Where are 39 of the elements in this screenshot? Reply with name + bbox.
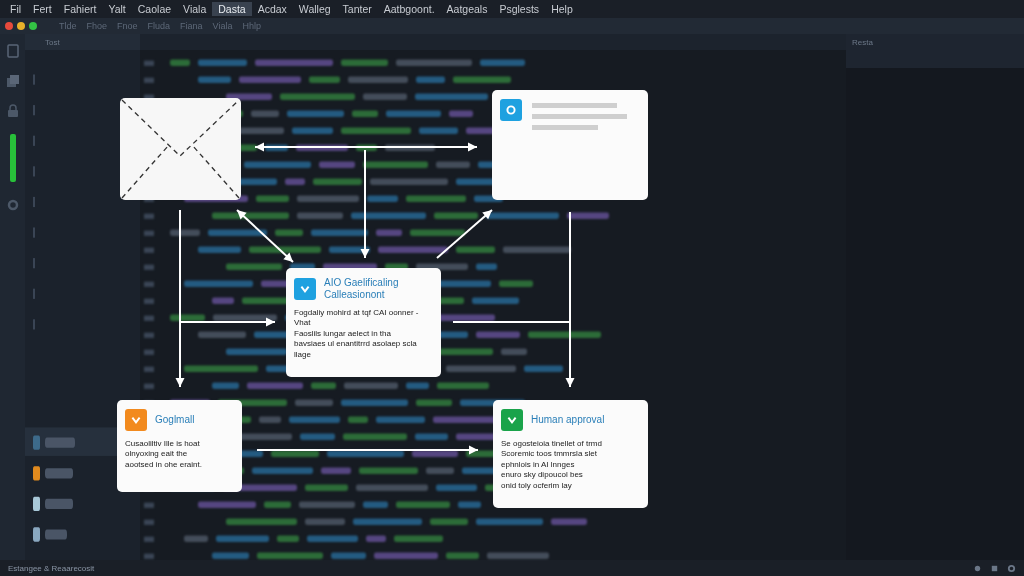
bullet-text: enuro sky dipoucol bes (501, 470, 584, 481)
bullet-text: Faoslils lungar aelect in tha (294, 328, 392, 340)
maximize-dot[interactable] (29, 22, 37, 30)
bullet-text: olnyoxing eait the (125, 449, 189, 460)
close-dot[interactable] (5, 22, 13, 30)
bullet-text: ephnlois in AI lnnges (501, 459, 576, 471)
menu-item[interactable]: Fert (27, 2, 58, 16)
bullet-text: Fogdaliy mohird at tqf CAI oonner - Vhat (294, 308, 420, 329)
menu-item[interactable]: Viala (177, 2, 213, 16)
menu-item[interactable]: Fahiert (57, 2, 103, 16)
node-title: Goglmall (155, 414, 195, 426)
bullet-text: onid toly ocferim lay (501, 480, 573, 491)
status-text: Estangee & Reaarecosit (8, 563, 95, 573)
menu-item[interactable]: Acdax (251, 2, 293, 16)
menu-item[interactable]: Caolae (131, 2, 178, 16)
menu-item[interactable]: Aatbgoont. (377, 2, 441, 16)
active-indicator (9, 134, 16, 182)
minimize-dot[interactable] (17, 22, 25, 30)
node-title: AIO Gaelificaling Calleasionont (324, 277, 400, 300)
copy-icon[interactable] (5, 74, 20, 88)
files-icon[interactable] (5, 44, 20, 58)
menu-item[interactable]: Fil (4, 2, 28, 16)
menu-item[interactable]: Yalt (102, 2, 132, 16)
explorer-title: Tost (45, 37, 60, 47)
bullet-text: Cusaoliltiv Ille is hoat (125, 439, 201, 450)
menu-item[interactable]: Walleg (292, 2, 337, 16)
node-title: Human approval (531, 414, 605, 426)
settings-icon[interactable] (1007, 563, 1016, 573)
panel-title: Resta (852, 38, 873, 47)
bullet-text: Scoremic toos tmmrsla slet (501, 449, 599, 460)
lock-icon[interactable] (5, 104, 20, 118)
menu-item[interactable]: Dasta (212, 2, 252, 16)
menu-item[interactable]: Tanter (336, 2, 378, 16)
bullet-text: Se ogosteioia tinellet of trmd (501, 439, 603, 450)
bullet-text: aootsed in ohe eraint. (125, 459, 203, 471)
bullet-text: bavsiaes ul enantitrrd asolaep scla llage (294, 339, 418, 360)
menu-item[interactable]: Psglests (493, 2, 546, 16)
menu-item[interactable]: Help (545, 2, 579, 16)
menu-item[interactable]: Aatgeals (440, 2, 494, 16)
